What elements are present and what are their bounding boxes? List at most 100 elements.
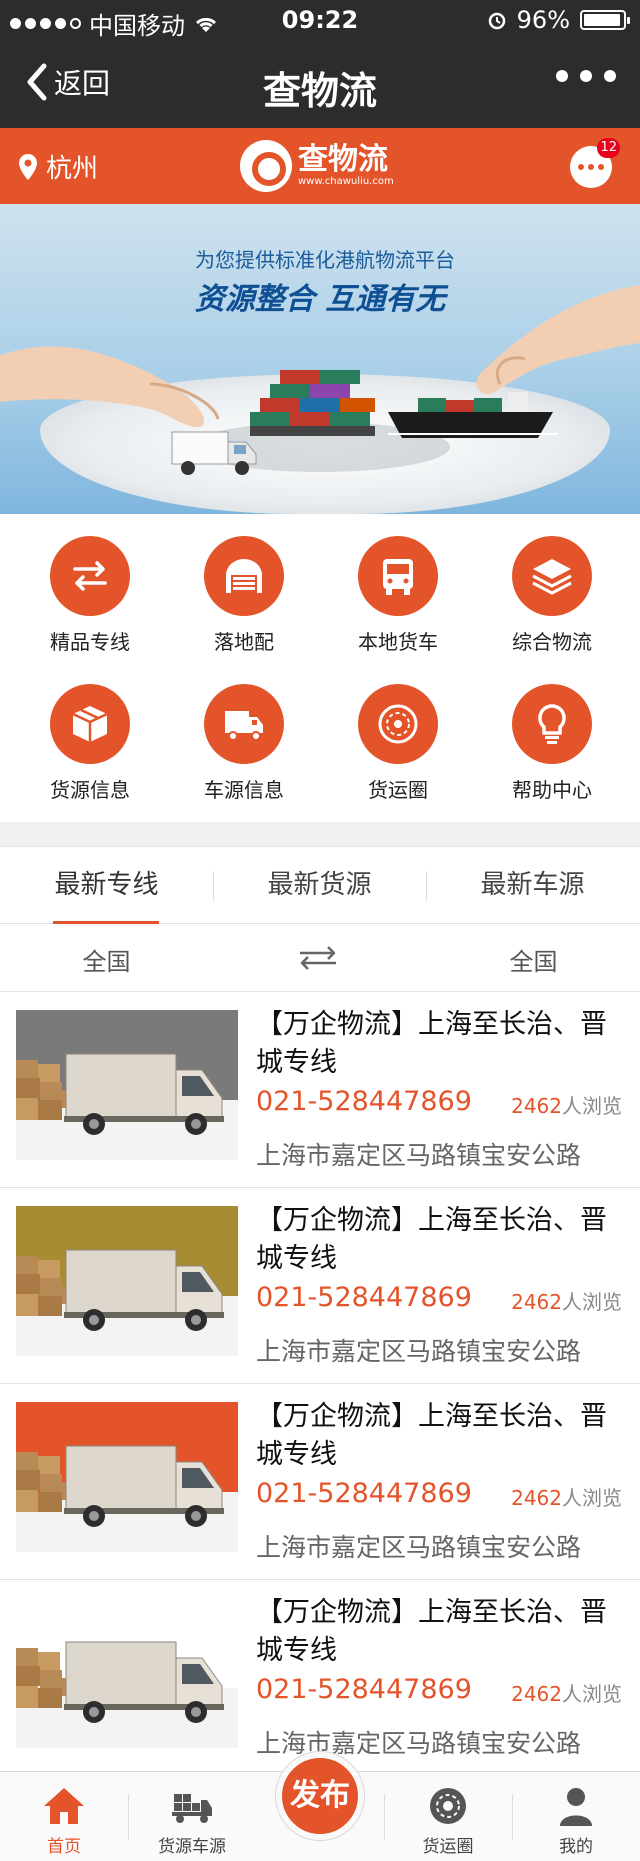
bottom-tab-home[interactable]: 首页 <box>0 1772 128 1861</box>
origin-selector[interactable]: 全国 <box>0 942 213 977</box>
category-jingpin[interactable]: 精品专线 <box>10 514 170 654</box>
city-label: 杭州 <box>46 154 99 184</box>
listing-thumbnail <box>16 1598 238 1748</box>
listing-thumbnail <box>16 1206 238 1356</box>
category-vehicle-info[interactable]: 车源信息 <box>164 662 324 802</box>
banner-hand-left <box>0 346 220 428</box>
alarm-icon <box>488 12 505 30</box>
listing-thumbnail <box>16 1010 238 1160</box>
tab-latest-vehicles[interactable]: 最新车源 <box>426 847 639 923</box>
views-suffix: 人浏览 <box>562 1682 622 1706</box>
category-help[interactable]: 帮助中心 <box>472 662 632 802</box>
views-suffix: 人浏览 <box>562 1290 622 1314</box>
listing-tabs: 最新专线 最新货源 最新车源 <box>0 846 640 925</box>
app-logo: 查物流 www.chawuliu.com <box>240 140 394 192</box>
truck-icon <box>225 711 263 741</box>
listing-title: 【万企物流】上海至长治、晋城专线 <box>256 1401 607 1470</box>
user-icon <box>560 1788 592 1826</box>
category-cargo-info[interactable]: 货源信息 <box>10 662 170 802</box>
swap-arrows-icon <box>73 561 107 591</box>
city-selector[interactable]: 杭州 <box>18 148 98 185</box>
category-label: 货源信息 <box>50 778 130 802</box>
nav-bar: 返回 查物流 <box>0 40 640 128</box>
tab-latest-lines[interactable]: 最新专线 <box>0 847 213 923</box>
listing-thumbnail <box>16 1402 238 1552</box>
views-suffix: 人浏览 <box>562 1486 622 1510</box>
listing-address: 上海市嘉定区马路镇宝安公路 <box>256 1337 582 1366</box>
bottom-tab-cargo-vehicles[interactable]: 货源车源 <box>128 1772 256 1861</box>
category-freight-circle[interactable]: 货运圈 <box>318 662 478 802</box>
battery-percent: 96% <box>516 6 570 34</box>
van-image <box>64 1249 224 1331</box>
swap-route-icon[interactable] <box>296 944 340 972</box>
status-bar: 中国移动 09:22 96% <box>0 0 640 40</box>
category-general[interactable]: 综合物流 <box>472 514 632 654</box>
garage-icon <box>226 559 262 593</box>
views-count: 2462 <box>511 1682 562 1706</box>
van-image <box>64 1445 224 1527</box>
views-count: 2462 <box>511 1094 562 1118</box>
category-luodipei[interactable]: 落地配 <box>164 514 324 654</box>
battery-icon <box>580 10 630 30</box>
category-grid: 精品专线 落地配 本地货车 综合物流 货源信息 车源信息 货运圈 帮助中心 <box>0 514 640 822</box>
app-header: 杭州 查物流 www.chawuliu.com 12 <box>0 128 640 204</box>
listing-item[interactable]: 【万企物流】上海至长治、晋城专线 021-528447869 2462人浏览 上… <box>0 992 640 1188</box>
banner-ship <box>388 392 558 438</box>
truck-front-icon <box>383 559 413 595</box>
listing-phone[interactable]: 021-528447869 <box>256 1478 472 1509</box>
route-filter: 全国 全国 <box>0 924 640 992</box>
views-count: 2462 <box>511 1290 562 1314</box>
van-image <box>64 1641 224 1723</box>
message-badge: 12 <box>597 138 620 158</box>
category-label: 车源信息 <box>204 778 284 802</box>
listing-views: 2462人浏览 <box>511 1482 622 1511</box>
disc-icon <box>378 704 418 744</box>
bottom-tab-freight-circle[interactable]: 货运圈 <box>384 1772 512 1861</box>
more-menu-button[interactable] <box>556 70 616 82</box>
package-icon <box>72 706 108 742</box>
category-label: 货运圈 <box>368 778 428 802</box>
logo-url: www.chawuliu.com <box>298 176 394 187</box>
listing-phone[interactable]: 021-528447869 <box>256 1674 472 1705</box>
van-image <box>64 1053 224 1135</box>
category-label: 综合物流 <box>512 630 592 654</box>
publish-button[interactable]: 发布 <box>276 1752 364 1840</box>
destination-selector[interactable]: 全国 <box>427 942 640 977</box>
disc-icon <box>430 1788 466 1824</box>
banner-truck <box>171 431 257 475</box>
views-suffix: 人浏览 <box>562 1094 622 1118</box>
banner-hand-right <box>476 285 640 394</box>
listing-address: 上海市嘉定区马路镇宝安公路 <box>256 1141 582 1170</box>
listing-title: 【万企物流】上海至长治、晋城专线 <box>256 1009 607 1078</box>
logo-mark-icon <box>240 140 292 192</box>
location-pin-icon <box>19 153 37 180</box>
promo-banner[interactable]: 为您提供标准化港航物流平台 资源整合 互通有无 <box>0 204 640 514</box>
category-label: 帮助中心 <box>512 778 592 802</box>
listing-item[interactable]: 【万企物流】上海至长治、晋城专线 021-528447869 2462人浏览 上… <box>0 1188 640 1384</box>
bottom-tab-mine[interactable]: 我的 <box>512 1772 640 1861</box>
cargo-truck-icon <box>172 1794 212 1823</box>
category-local-truck[interactable]: 本地货车 <box>318 514 478 654</box>
listing-title: 【万企物流】上海至长治、晋城专线 <box>256 1205 607 1274</box>
banner-containers <box>250 370 375 436</box>
listing-views: 2462人浏览 <box>511 1090 622 1119</box>
listing-phone[interactable]: 021-528447869 <box>256 1282 472 1313</box>
listing-views: 2462人浏览 <box>511 1286 622 1315</box>
tab-latest-cargo[interactable]: 最新货源 <box>213 847 426 923</box>
category-label: 本地货车 <box>358 630 438 654</box>
listing-item[interactable]: 【万企物流】上海至长治、晋城专线 021-528447869 2462人浏览 上… <box>0 1580 640 1776</box>
category-label: 落地配 <box>214 630 274 654</box>
listing-list: 【万企物流】上海至长治、晋城专线 021-528447869 2462人浏览 上… <box>0 992 640 1776</box>
home-icon <box>44 1788 84 1824</box>
layers-icon <box>532 559 572 595</box>
listing-address: 上海市嘉定区马路镇宝安公路 <box>256 1533 582 1562</box>
bulb-icon <box>538 704 566 744</box>
listing-views: 2462人浏览 <box>511 1678 622 1707</box>
logo-text: 查物流 <box>298 142 388 177</box>
views-count: 2462 <box>511 1486 562 1510</box>
page-title: 查物流 <box>262 69 377 113</box>
category-label: 精品专线 <box>50 630 130 654</box>
listing-title: 【万企物流】上海至长治、晋城专线 <box>256 1597 607 1666</box>
listing-phone[interactable]: 021-528447869 <box>256 1086 472 1117</box>
listing-item[interactable]: 【万企物流】上海至长治、晋城专线 021-528447869 2462人浏览 上… <box>0 1384 640 1580</box>
